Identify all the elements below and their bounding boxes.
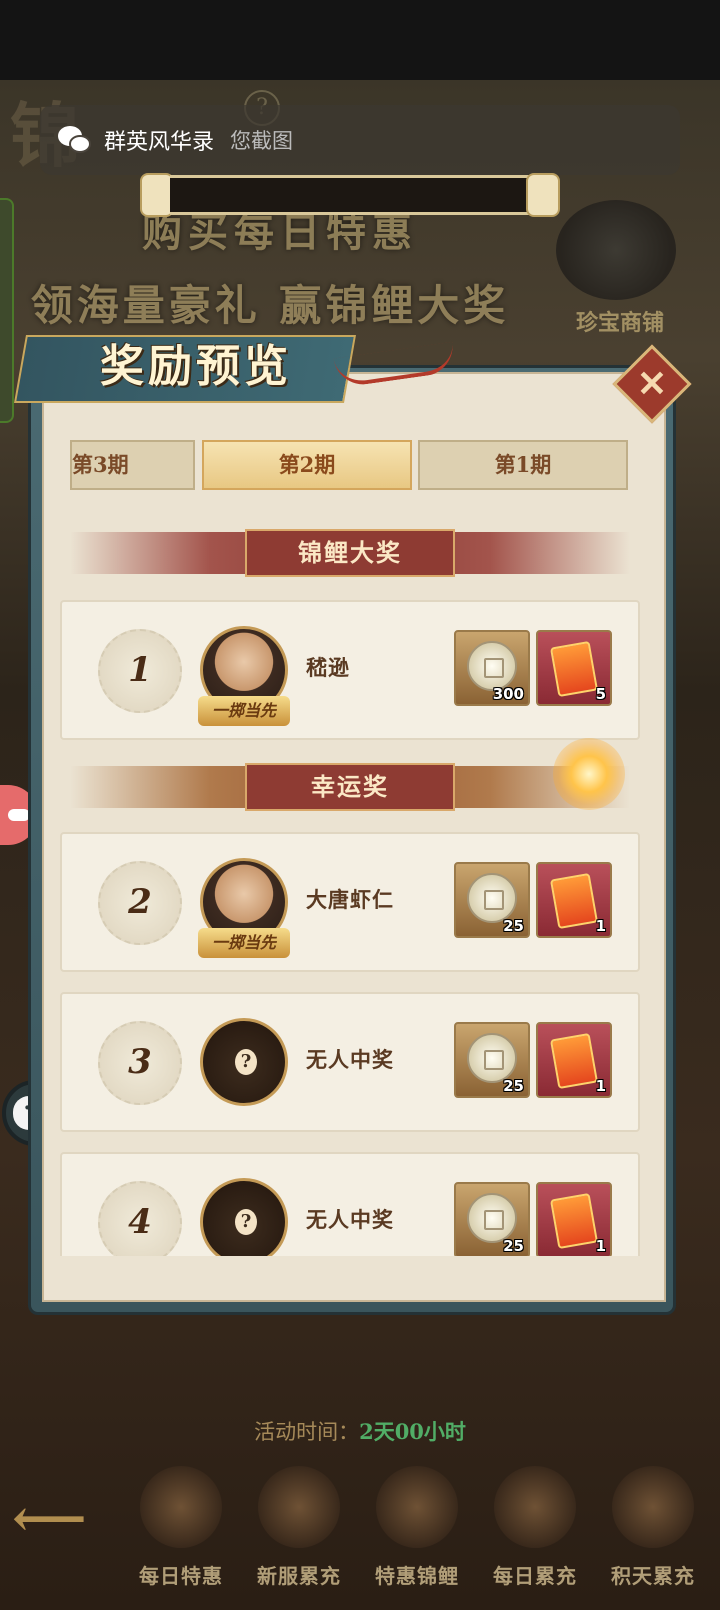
- wechat-icon: [58, 126, 92, 154]
- reward-quantity: 1: [595, 917, 606, 935]
- red-envelope-icon: [549, 872, 599, 930]
- event-time-value: 2天00小时: [359, 1419, 466, 1444]
- share-subtitle: 您截图: [230, 129, 294, 153]
- rank-badge: 3: [98, 1021, 182, 1105]
- red-envelope-reward[interactable]: 1: [536, 862, 612, 938]
- reward-quantity: 300: [492, 685, 524, 703]
- coin-icon: [467, 641, 517, 691]
- tab-period-2[interactable]: 第2期: [202, 440, 412, 490]
- nav-label: 每日累充: [493, 1564, 577, 1588]
- coin-reward[interactable]: 25: [454, 1182, 530, 1256]
- nav-label: 每日特惠: [139, 1564, 223, 1588]
- player-name: 大唐虾仁: [306, 887, 394, 912]
- winner-row: 3 ? 无人中奖 25 1: [60, 992, 640, 1132]
- tab-period-1[interactable]: 第1期: [418, 440, 628, 490]
- nav-label: 特惠锦鲤: [375, 1564, 459, 1588]
- section-header-grand-prize: 锦鲤大奖: [70, 529, 630, 577]
- side-panel-tab[interactable]: [0, 198, 14, 423]
- event-time-label: 活动时间：: [254, 1420, 360, 1444]
- event-time: 活动时间：2天00小时: [0, 1412, 720, 1452]
- winner-row: 1 一掷当先 嵇逊 300 5: [60, 600, 640, 740]
- treasure-shop-icon[interactable]: [556, 200, 676, 300]
- rank-badge: 4: [98, 1181, 182, 1256]
- winner-row: 4 ? 无人中奖 25 1: [60, 1152, 640, 1256]
- sparkle-effect: [553, 738, 625, 810]
- nav-label: 积天累充: [611, 1564, 695, 1588]
- screenshot-share-bar[interactable]: 群英风华录 您截图: [40, 105, 680, 175]
- coin-reward[interactable]: 300: [454, 630, 530, 706]
- unknown-avatar: ?: [200, 1018, 288, 1106]
- red-envelope-icon: [549, 1192, 599, 1250]
- vip-title-badge: 一掷当先: [198, 696, 290, 726]
- coin-icon: [467, 873, 517, 923]
- coin-reward[interactable]: 25: [454, 1022, 530, 1098]
- accum-days-topup-icon: [612, 1466, 694, 1548]
- share-app-name: 群英风华录: [104, 130, 215, 155]
- rank-badge: 2: [98, 861, 182, 945]
- red-envelope-icon: [549, 640, 599, 698]
- coin-reward[interactable]: 25: [454, 862, 530, 938]
- section-title-lucky: 幸运奖: [245, 763, 455, 811]
- red-envelope-reward[interactable]: 1: [536, 1182, 612, 1256]
- unknown-avatar: ?: [200, 1178, 288, 1256]
- treasure-shop-label: 珍宝商铺: [575, 310, 664, 336]
- red-envelope-reward[interactable]: 5: [536, 630, 612, 706]
- winner-row: 2 一掷当先 大唐虾仁 25 1: [60, 832, 640, 972]
- bottom-nav: ⟵ 每日特惠 新服累充 特惠锦鲤 每日累充 积天累充: [0, 1458, 720, 1610]
- player-name: 无人中奖: [306, 1207, 394, 1232]
- nav-new-server-topup[interactable]: 新服累充: [240, 1458, 358, 1610]
- scroll-decoration: [140, 173, 560, 217]
- question-mark-icon: ?: [235, 1209, 257, 1235]
- period-tabs: 第3期 第2期 第1期: [70, 440, 630, 490]
- status-bar: [0, 0, 720, 80]
- reward-quantity: 25: [503, 1237, 524, 1255]
- nav-koi[interactable]: 特惠锦鲤: [358, 1458, 476, 1610]
- red-envelope-icon: [549, 1032, 599, 1090]
- new-server-topup-icon: [258, 1466, 340, 1548]
- nav-daily-deal[interactable]: 每日特惠: [122, 1458, 240, 1610]
- coin-icon: [467, 1193, 517, 1243]
- winners-list[interactable]: 1 一掷当先 嵇逊 300 5 幸运奖 2 一掷当先 大唐虾仁 25 1 3 ?…: [58, 590, 643, 1256]
- nav-daily-topup[interactable]: 每日累充: [476, 1458, 594, 1610]
- player-name: 嵇逊: [306, 655, 350, 680]
- nav-accum-days-topup[interactable]: 积天累充: [594, 1458, 712, 1610]
- reward-quantity: 25: [503, 1077, 524, 1095]
- question-mark-icon: ?: [235, 1049, 257, 1075]
- koi-icon: [376, 1466, 458, 1548]
- lucky-banner: 幸运奖: [70, 763, 630, 811]
- section-title-grand-prize: 锦鲤大奖: [245, 529, 455, 577]
- reward-quantity: 5: [595, 685, 606, 703]
- red-envelope-reward[interactable]: 1: [536, 1022, 612, 1098]
- back-arrow-icon[interactable]: ⟵: [12, 1488, 87, 1549]
- gamepad-icon: [8, 809, 30, 821]
- coin-icon: [467, 1033, 517, 1083]
- nav-label: 新服累充: [257, 1564, 341, 1588]
- close-icon: ✕: [636, 363, 668, 405]
- daily-deal-icon: [140, 1466, 222, 1548]
- vip-title-badge: 一掷当先: [198, 928, 290, 958]
- daily-topup-icon: [494, 1466, 576, 1548]
- reward-quantity: 1: [595, 1237, 606, 1255]
- reward-quantity: 25: [503, 917, 524, 935]
- tab-period-3[interactable]: 第3期: [70, 440, 195, 490]
- modal-title: 奖励预览: [100, 341, 292, 392]
- reward-quantity: 1: [595, 1077, 606, 1095]
- player-name: 无人中奖: [306, 1047, 394, 1072]
- rank-badge: 1: [98, 629, 182, 713]
- banner-slogan-2: 领海量豪礼 赢锦鲤大奖: [30, 281, 510, 330]
